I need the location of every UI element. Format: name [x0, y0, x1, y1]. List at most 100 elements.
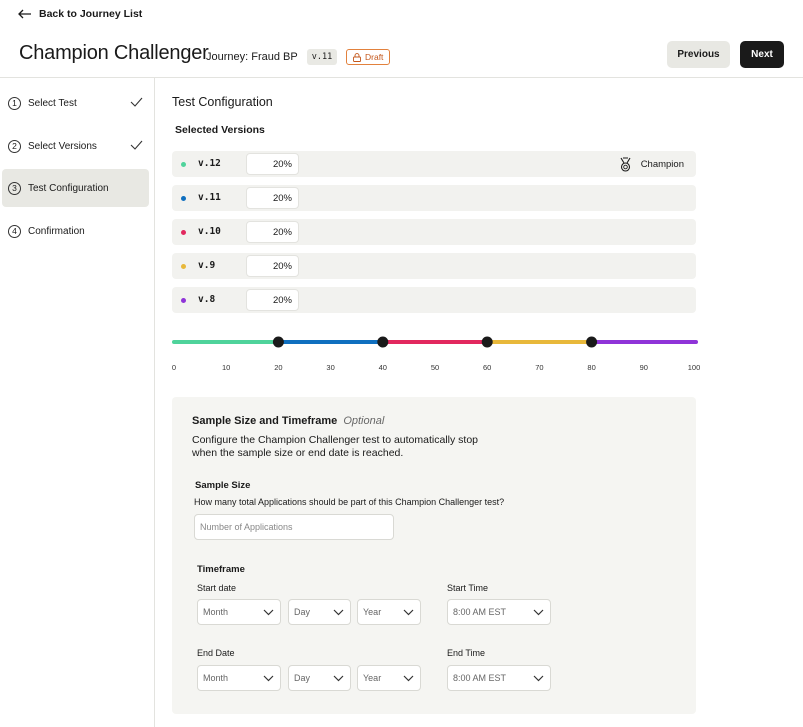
split-track [172, 336, 698, 348]
slider-tick-label: 40 [378, 363, 387, 372]
check-icon [130, 97, 143, 107]
sample-size-label: Sample Size [195, 480, 251, 491]
version-name: v.11 [198, 192, 221, 203]
version-row-v9: v.9 20% [172, 253, 696, 279]
step-label: Select Versions [28, 140, 97, 152]
chevron-down-icon [533, 609, 544, 616]
version-percent-input[interactable]: 20% [246, 221, 299, 243]
step-number: 2 [8, 139, 21, 153]
next-button[interactable]: Next [740, 41, 784, 68]
slider-tick-label: 20 [274, 363, 283, 372]
check-icon [130, 140, 143, 150]
version-name: v.12 [198, 158, 221, 169]
champion-label: Champion [640, 159, 684, 170]
version-color-dot [181, 230, 186, 235]
status-badge-label: Draft [365, 52, 384, 62]
medal-icon [620, 157, 631, 172]
selected-versions-title: Selected Versions [175, 124, 265, 136]
optional-label: Optional [343, 415, 385, 427]
start-time-value: 8:00 AM EST [453, 607, 507, 617]
slider-handle[interactable] [377, 336, 389, 348]
version-percent-input[interactable]: 20% [246, 187, 299, 209]
version-percent-input[interactable]: 20% [246, 289, 299, 311]
end-time-select[interactable]: 8:00 AM EST [447, 665, 551, 691]
slider-tick-label: 30 [326, 363, 335, 372]
version-percent-input[interactable]: 20% [246, 255, 299, 277]
chevron-down-icon [533, 675, 544, 682]
start-day-select[interactable]: Day [288, 599, 351, 625]
slider-tick-label: 90 [639, 363, 648, 372]
chevron-down-icon [263, 675, 274, 682]
end-time-value: 8:00 AM EST [453, 673, 507, 683]
section-title: Test Configuration [172, 95, 273, 109]
back-to-journey-list-link[interactable]: Back to Journey List [18, 8, 142, 20]
version-badge: v.11 [307, 49, 337, 65]
version-color-dot [181, 196, 186, 201]
panel-title: Sample Size and Timeframe Optional [192, 415, 384, 427]
slider-tick-label: 80 [587, 363, 596, 372]
step-confirmation[interactable]: 4 Confirmation [2, 212, 149, 250]
timeframe-label: Timeframe [197, 564, 245, 575]
step-test-configuration[interactable]: 3 Test Configuration [2, 169, 149, 207]
version-row-v10: v.10 20% [172, 219, 696, 245]
start-year-value: Year [363, 607, 382, 617]
version-name: v.9 [198, 260, 216, 271]
sample-size-input[interactable]: Number of Applications [194, 514, 394, 540]
step-select-versions[interactable]: 2 Select Versions [2, 127, 149, 165]
slider-tick-label: 70 [535, 363, 544, 372]
page-title: Champion Challenger [19, 42, 209, 64]
start-month-value: Month [203, 607, 229, 617]
status-badge: Draft [346, 49, 391, 65]
step-label: Test Configuration [28, 182, 109, 194]
version-name: v.10 [198, 226, 221, 237]
journey-label: Journey: Fraud BP [206, 51, 298, 63]
step-number: 3 [8, 181, 21, 195]
slider-tick-label: 60 [483, 363, 492, 372]
arrow-left-icon [18, 9, 31, 19]
step-number: 4 [8, 224, 21, 238]
end-year-value: Year [363, 673, 382, 683]
start-day-value: Day [294, 607, 311, 617]
chevron-down-icon [333, 675, 344, 682]
end-month-select[interactable]: Month [197, 665, 281, 691]
version-row-v8: v.8 20% [172, 287, 696, 313]
start-month-select[interactable]: Month [197, 599, 281, 625]
panel-description: Configure the Champion Challenger test t… [192, 434, 478, 459]
step-label: Select Test [28, 97, 77, 109]
header-divider [0, 77, 803, 78]
lock-icon [353, 52, 361, 62]
chevron-down-icon [403, 675, 414, 682]
end-time-label: End Time [447, 648, 486, 658]
end-year-select[interactable]: Year [357, 665, 421, 691]
champion-tag: Champion [619, 157, 684, 172]
sample-size-panel: Sample Size and Timeframe Optional Config… [172, 397, 696, 714]
chevron-down-icon [403, 609, 414, 616]
slider-tick-label: 10 [222, 363, 231, 372]
sidebar-divider [154, 78, 155, 727]
step-label: Confirmation [28, 225, 85, 237]
sample-size-question: How many total Applications should be pa… [194, 497, 505, 507]
previous-button[interactable]: Previous [667, 41, 730, 68]
slider-tick-label: 50 [430, 363, 440, 372]
slider-handle[interactable] [586, 336, 598, 348]
version-color-dot [181, 264, 186, 269]
slider-tick-label: 100 [687, 363, 701, 372]
chevron-down-icon [333, 609, 344, 616]
start-time-select[interactable]: 8:00 AM EST [447, 599, 551, 625]
traffic-split-slider[interactable]: 0 10 20 30 40 50 60 70 80 90 100 [172, 332, 701, 372]
start-date-label: Start date [197, 583, 237, 593]
end-day-select[interactable]: Day [288, 665, 351, 691]
version-row-v11: v.11 20% [172, 185, 696, 211]
back-label: Back to Journey List [39, 8, 143, 20]
start-year-select[interactable]: Year [357, 599, 421, 625]
slider-handle[interactable] [481, 336, 493, 348]
version-name: v.8 [198, 294, 216, 305]
slider-handle[interactable] [272, 336, 284, 348]
end-month-value: Month [203, 673, 229, 683]
version-color-dot [181, 162, 186, 167]
version-percent-input[interactable]: 20% [246, 153, 299, 175]
version-color-dot [181, 298, 186, 303]
step-select-test[interactable]: 1 Select Test [2, 84, 149, 122]
panel-title-text: Sample Size and Timeframe [192, 415, 338, 427]
step-number: 1 [8, 96, 21, 110]
